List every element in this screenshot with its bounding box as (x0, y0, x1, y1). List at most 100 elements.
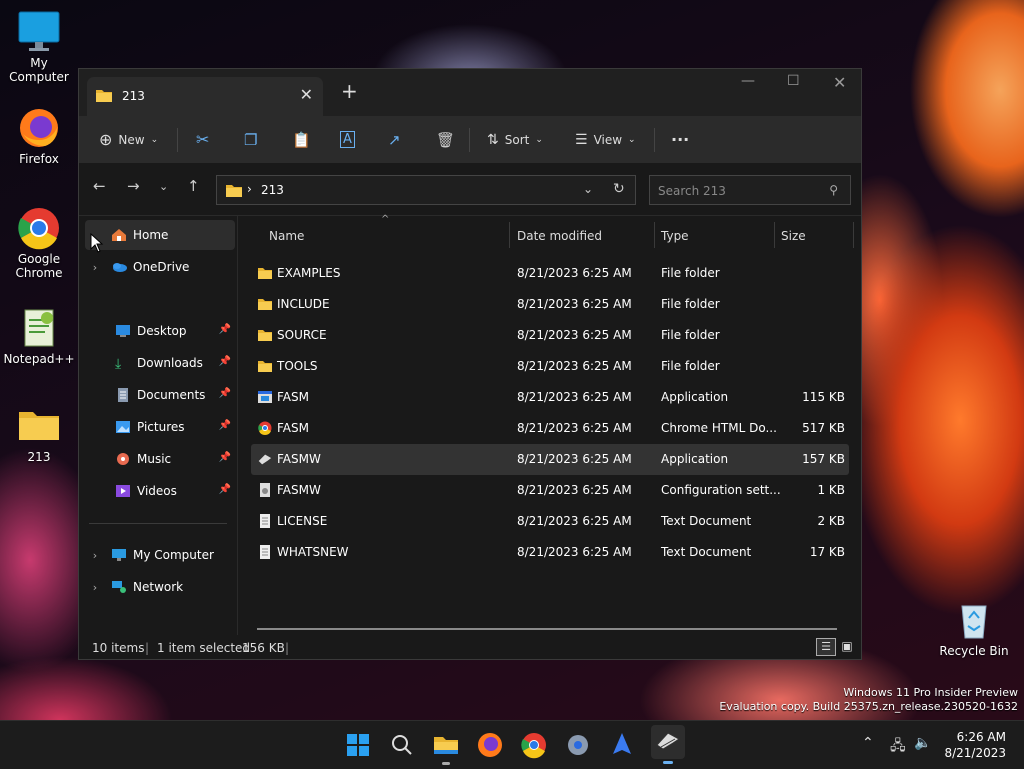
taskbar-app-blue[interactable] (607, 730, 637, 760)
taskbar-settings[interactable] (563, 730, 593, 760)
desktop-icon-firefox[interactable]: Firefox (3, 106, 75, 166)
os-watermark: Windows 11 Pro Insider Preview Evaluatio… (719, 686, 1018, 714)
close-tab-icon[interactable]: ✕ (300, 85, 313, 104)
nav-item-downloads[interactable]: ⤓ Downloads 📌 (85, 348, 235, 378)
address-dropdown-icon[interactable]: ⌄ (583, 182, 593, 196)
volume-icon[interactable]: 🔈 (914, 735, 931, 751)
pin-icon[interactable]: 📌 (219, 420, 231, 431)
nav-item-my-computer[interactable]: › My Computer (85, 540, 235, 570)
table-row[interactable]: FASMW 8/21/2023 6:25 AM Configuration sett… (251, 475, 849, 506)
minimize-button[interactable]: — (741, 73, 755, 89)
desktop-icon-chrome[interactable]: Google Chrome (3, 206, 75, 280)
delete-button[interactable]: 🗑 (436, 116, 455, 163)
chevron-right-icon[interactable]: › (85, 581, 105, 594)
table-row[interactable]: LICENSE 8/21/2023 6:25 AM Text Document 2 K… (251, 506, 849, 537)
desktop-icon-label: Firefox (19, 152, 59, 166)
desktop-icon-notepadpp[interactable]: Notepad++ (3, 306, 75, 366)
nav-label: Pictures (137, 420, 185, 434)
file-date: 8/21/2023 6:25 AM (517, 452, 632, 466)
more-options-button[interactable]: ··· (671, 116, 689, 163)
title-bar: 213 ✕ + — ☐ ✕ (79, 69, 861, 116)
start-button[interactable] (343, 730, 373, 760)
file-name: TOOLS (277, 359, 318, 373)
nav-item-documents[interactable]: Documents 📌 (85, 380, 235, 410)
pin-icon[interactable]: 📌 (219, 452, 231, 463)
search-button[interactable] (387, 730, 417, 760)
rename-button[interactable]: A (340, 116, 355, 163)
chrome-icon (17, 206, 61, 250)
back-arrow-icon[interactable]: ← (93, 177, 106, 195)
forward-arrow-icon[interactable]: → (127, 177, 140, 195)
horizontal-scrollbar[interactable] (257, 628, 837, 630)
nav-item-music[interactable]: Music 📌 (85, 444, 235, 474)
nav-item-pictures[interactable]: Pictures 📌 (85, 412, 235, 442)
taskbar-fasmw[interactable] (651, 725, 685, 764)
chevron-right-icon[interactable]: › (85, 261, 105, 274)
pin-icon[interactable]: 📌 (219, 484, 231, 495)
column-header-size[interactable]: Size (781, 220, 806, 252)
breadcrumb[interactable]: 213 (261, 183, 284, 197)
network-status-icon[interactable]: 🖧 (890, 735, 906, 759)
column-header-type[interactable]: Type (661, 220, 689, 252)
recycle-bin-icon (952, 598, 996, 642)
notepad-plus-plus-icon (17, 306, 61, 350)
maximize-button[interactable]: ☐ (787, 73, 800, 89)
column-header-date[interactable]: Date modified (517, 220, 602, 252)
table-row[interactable]: FASMW 8/21/2023 6:25 AM Application 157 KB (251, 444, 849, 475)
share-button[interactable]: ↗ (388, 116, 401, 163)
gear-icon (568, 735, 588, 755)
table-row[interactable]: FASM 8/21/2023 6:25 AM Chrome HTML Do... 51… (251, 413, 849, 444)
view-button[interactable]: ☰ View ⌄ (575, 116, 636, 163)
pin-icon[interactable]: 📌 (219, 324, 231, 335)
desktop-icon-213[interactable]: 213 (3, 404, 75, 464)
nav-label: Music (137, 452, 172, 466)
nav-item-home[interactable]: Home (85, 220, 235, 250)
pin-icon[interactable]: 📌 (219, 356, 231, 367)
table-row[interactable]: SOURCE 8/21/2023 6:25 AM File folder (251, 320, 849, 351)
clipboard-icon: 📋 (292, 130, 311, 149)
column-header-name[interactable]: Name (269, 220, 304, 252)
table-row[interactable]: TOOLS 8/21/2023 6:25 AM File folder (251, 351, 849, 382)
nav-label: Network (133, 580, 184, 594)
table-row[interactable]: FASM 8/21/2023 6:25 AM Application 115 KB (251, 382, 849, 413)
pin-icon[interactable]: 📌 (219, 388, 231, 399)
nav-item-videos[interactable]: Videos 📌 (85, 476, 235, 506)
desktop-icon-recycle-bin[interactable]: Recycle Bin (938, 598, 1010, 658)
copy-button[interactable]: ❐ (244, 116, 257, 163)
up-arrow-icon[interactable]: ↑ (187, 177, 200, 195)
file-name: LICENSE (277, 514, 328, 528)
nav-item-desktop[interactable]: Desktop 📌 (85, 316, 235, 346)
nav-item-onedrive[interactable]: › OneDrive (85, 252, 235, 282)
taskbar-file-explorer[interactable] (431, 730, 461, 765)
watermark-line: Evaluation copy. Build 25375.zn_release.… (719, 700, 1018, 713)
details-view-button[interactable]: ☰ (816, 638, 836, 656)
cut-button[interactable]: ✂ (196, 116, 209, 163)
refresh-icon[interactable]: ↻ (613, 181, 625, 197)
new-button[interactable]: ⊕ New ⌄ (99, 116, 158, 163)
sort-button[interactable]: ⇅ Sort ⌄ (487, 116, 543, 163)
table-row[interactable]: WHATSNEW 8/21/2023 6:25 AM Text Document 17… (251, 537, 849, 568)
sort-indicator-icon: ^ (381, 214, 390, 225)
system-clock[interactable]: 6:26 AM 8/21/2023 (944, 729, 1006, 761)
taskbar-firefox[interactable] (475, 730, 505, 760)
paste-button[interactable]: 📋 (292, 116, 311, 163)
file-type: File folder (661, 359, 720, 373)
table-row[interactable]: EXAMPLES 8/21/2023 6:25 AM File folder (251, 258, 849, 289)
taskbar-chrome[interactable] (519, 730, 549, 760)
new-tab-button[interactable]: + (341, 79, 358, 103)
recent-chevron-icon[interactable]: ⌄ (159, 180, 168, 193)
tiles-view-button[interactable]: ▣ (838, 638, 856, 654)
close-window-button[interactable]: ✕ (833, 73, 846, 92)
table-row[interactable]: INCLUDE 8/21/2023 6:25 AM File folder (251, 289, 849, 320)
tab-213[interactable]: 213 ✕ (87, 77, 323, 116)
address-bar[interactable]: › 213 ⌄ ↻ (216, 175, 636, 205)
chevron-right-icon[interactable]: › (85, 549, 105, 562)
search-placeholder: Search 213 (658, 184, 726, 198)
tab-title: 213 (122, 89, 145, 103)
search-icon (392, 735, 412, 755)
folder-icon (434, 737, 458, 754)
desktop-icon-my-computer[interactable]: My Computer (3, 10, 75, 84)
nav-item-network[interactable]: › Network (85, 572, 235, 602)
search-input[interactable]: Search 213 ⚲ (649, 175, 851, 205)
show-hidden-icons-button[interactable]: ⌃ (862, 735, 874, 751)
